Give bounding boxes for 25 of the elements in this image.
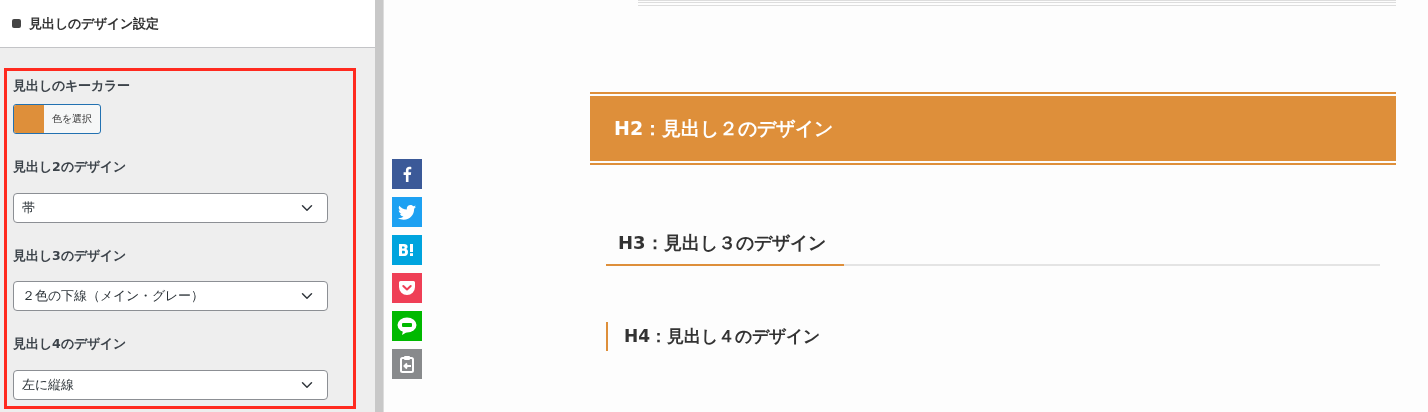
pocket-icon [399,281,415,295]
field-label: 見出し3のデザイン [13,246,127,265]
square-bullet-icon [12,19,21,28]
section-title: 見出しのデザイン設定 [29,14,159,33]
share-button[interactable] [392,273,422,303]
scrollbar[interactable] [375,0,384,412]
select-field[interactable]: 左に縦線 [13,370,328,400]
heading-text: H4：見出し４のデザイン [606,321,1396,351]
color-picker-button[interactable]: 色を選択 [13,103,101,134]
share-button[interactable] [392,349,422,379]
share-button[interactable] [392,235,422,265]
clipboard-icon [400,355,414,373]
heading-band: H2：見出し２のデザイン [590,92,1396,165]
select-field[interactable]: ２色の下線（メイン・グレー） [13,281,328,312]
select-field[interactable]: 帯 [13,192,328,223]
heading-text: H3：見出し３のデザイン [617,230,827,255]
hatena-bookmark-icon [398,243,416,257]
facebook-icon [402,166,412,182]
share-button[interactable] [392,159,422,189]
field-label: 見出し2のデザイン [13,157,127,176]
field-label: 見出しのキーカラー [13,77,131,95]
bird-icon [398,204,416,220]
speech-bubble-icon [397,317,417,335]
field-label: 見出し4のデザイン [13,335,127,354]
share-button[interactable] [392,197,422,227]
